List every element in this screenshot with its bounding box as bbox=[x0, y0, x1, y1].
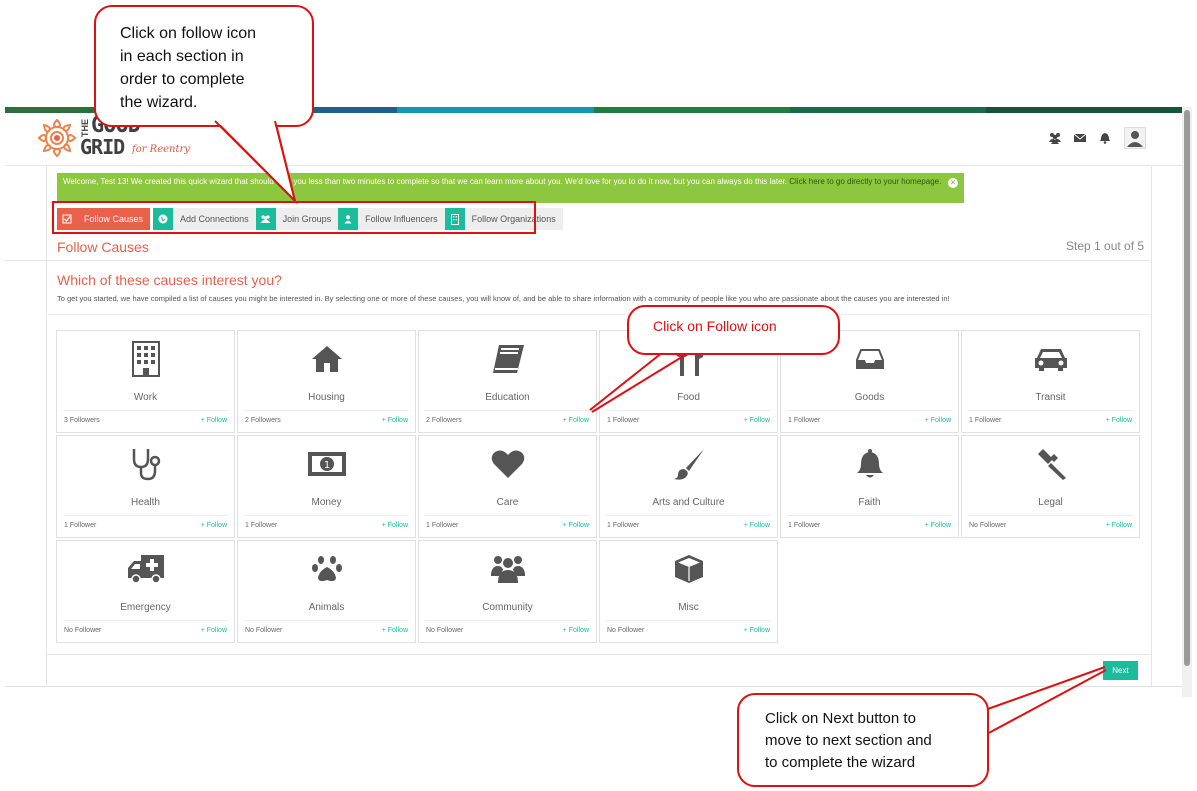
annotation-text: Click on Follow icon bbox=[653, 318, 777, 334]
annotation-text: Click on Next button to move to next sec… bbox=[765, 710, 932, 771]
annotation-callout-middle: Click on Follow icon bbox=[627, 305, 840, 355]
annotation-callout-bottom: Click on Next button to move to next sec… bbox=[737, 693, 989, 787]
annotation-overlay-tail-cover bbox=[214, 120, 297, 205]
